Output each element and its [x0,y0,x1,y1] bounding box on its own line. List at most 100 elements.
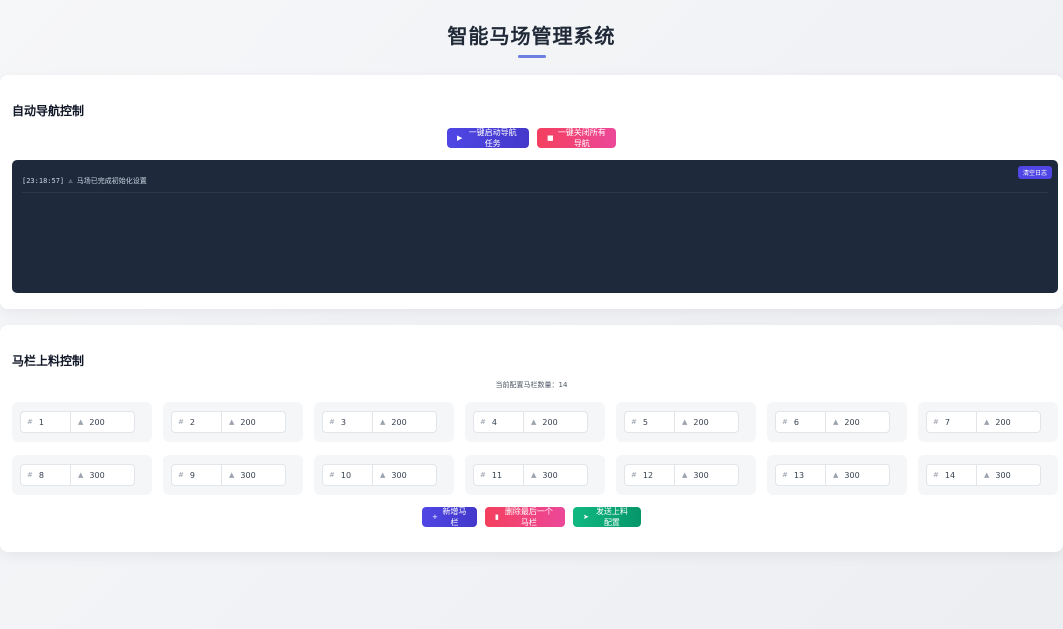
hash-icon: # [178,471,184,479]
app-root: 智能马场管理系统 自动导航控制 ▶ 一键启动导航任务 ■ 一键关闭所有导航 [2… [0,0,1063,629]
stall-grid: #1 ▲ 200 #2 ▲ 200 #3 ▲ 200 #4 ▲ 200 #5 ▲ 200 #6 ▲ 200 #7 ▲ 2… [12,402,1058,495]
add-stall-button[interactable]: + 新增马栏 [422,507,477,527]
hash-icon: # [631,418,637,426]
stall-amount-input[interactable]: ▲ 200 [70,411,135,433]
stall-id-value: 11 [491,470,503,480]
stall-amount-value: 200 [391,417,407,427]
stall-amount-input[interactable]: ▲ 300 [674,464,739,486]
send-feed-config-button[interactable]: ➤ 发送上料配置 [573,507,641,527]
delete-last-stall-button[interactable]: ▮ 删除最后一个马栏 [485,507,565,527]
stall-amount-input[interactable]: ▲ 200 [221,411,286,433]
feed-icon: ▲ [229,471,235,479]
stall-card: #9 ▲ 300 [163,455,303,495]
hash-icon: # [480,418,486,426]
stall-id-input[interactable]: #11 [473,464,523,486]
stall-amount-value: 200 [542,417,558,427]
hash-icon: # [480,471,486,479]
stall-amount-value: 300 [844,470,860,480]
stall-card: #7 ▲ 200 [918,402,1058,442]
stop-icon: ■ [547,134,554,142]
stall-id-input[interactable]: #9 [171,464,221,486]
stall-amount-input[interactable]: ▲ 300 [825,464,890,486]
stall-id-value: 12 [642,470,654,480]
hash-icon: # [631,471,637,479]
hash-icon: # [782,418,788,426]
stall-amount-value: 200 [693,417,709,427]
stall-card: #14 ▲ 300 [918,455,1058,495]
stall-card: #8 ▲ 300 [12,455,152,495]
stall-amount-input[interactable]: ▲ 300 [523,464,588,486]
stall-amount-value: 300 [995,470,1011,480]
feeding-card: 马栏上料控制 当前配置马栏数量：14 #1 ▲ 200 #2 ▲ 200 #3 ▲ 200 #4 ▲… [0,325,1063,552]
stall-id-input[interactable]: #12 [624,464,674,486]
stall-card: #6 ▲ 200 [767,402,907,442]
add-stall-label: 新增马栏 [442,507,467,527]
feed-icon: ▲ [833,471,839,479]
clear-log-button[interactable]: 清空日志 [1017,166,1052,179]
stall-id-input[interactable]: #4 [473,411,523,433]
stall-id-value: 1 [38,417,44,427]
log-console: [23:18:57] ⚠ 马场已完成初始化设置 清空日志 [12,160,1058,293]
stall-amount-input[interactable]: ▲ 300 [372,464,437,486]
page-title: 智能马场管理系统 [447,24,616,48]
stall-id-input[interactable]: #5 [624,411,674,433]
stall-id-input[interactable]: #6 [775,411,825,433]
stall-amount-input[interactable]: ▲ 200 [976,411,1041,433]
feed-icon: ▲ [984,471,990,479]
stall-amount-value: 200 [240,417,256,427]
stall-amount-value: 300 [89,470,105,480]
stall-amount-input[interactable]: ▲ 200 [372,411,437,433]
stall-card: #5 ▲ 200 [616,402,756,442]
stall-card: #2 ▲ 200 [163,402,303,442]
stall-id-value: 3 [340,417,346,427]
stall-id-input[interactable]: #7 [926,411,976,433]
stall-id-input[interactable]: #1 [20,411,70,433]
feed-icon: ▲ [531,471,537,479]
start-navigation-button[interactable]: ▶ 一键启动导航任务 [447,128,529,148]
hash-icon: # [329,471,335,479]
hash-icon: # [27,418,33,426]
feed-icon: ▲ [78,471,84,479]
stall-id-value: 14 [944,470,956,480]
navigation-card: 自动导航控制 ▶ 一键启动导航任务 ■ 一键关闭所有导航 [23:18:57] … [0,75,1063,309]
trash-icon: ▮ [495,513,499,521]
stall-amount-input[interactable]: ▲ 200 [674,411,739,433]
navigation-buttons: ▶ 一键启动导航任务 ■ 一键关闭所有导航 [0,128,1063,148]
stall-amount-input[interactable]: ▲ 200 [523,411,588,433]
feed-icon: ▲ [380,471,386,479]
stall-card: #13 ▲ 300 [767,455,907,495]
stall-amount-value: 300 [542,470,558,480]
stall-id-input[interactable]: #10 [322,464,372,486]
hash-icon: # [933,471,939,479]
stall-id-input[interactable]: #14 [926,464,976,486]
stall-amount-input[interactable]: ▲ 300 [221,464,286,486]
stall-card: #1 ▲ 200 [12,402,152,442]
stall-id-value: 9 [189,470,195,480]
stall-amount-input[interactable]: ▲ 200 [825,411,890,433]
feed-icon: ▲ [833,418,839,426]
start-navigation-label: 一键启动导航任务 [468,128,517,148]
title-underline [517,55,546,58]
stall-id-input[interactable]: #13 [775,464,825,486]
stall-card: #10 ▲ 300 [314,455,454,495]
send-icon: ➤ [583,513,589,521]
stall-id-input[interactable]: #8 [20,464,70,486]
stall-amount-input[interactable]: ▲ 300 [976,464,1041,486]
stall-card: #12 ▲ 300 [616,455,756,495]
stall-id-value: 13 [793,470,805,480]
delete-last-stall-label: 删除最后一个马栏 [504,507,553,527]
stall-id-input[interactable]: #2 [171,411,221,433]
stall-id-value: 7 [944,417,950,427]
feed-icon: ▲ [531,418,537,426]
hash-icon: # [933,418,939,426]
feed-icon: ▲ [984,418,990,426]
feeding-buttons: + 新增马栏 ▮ 删除最后一个马栏 ➤ 发送上料配置 [0,507,1063,527]
stall-id-input[interactable]: #3 [322,411,372,433]
stall-amount-value: 300 [240,470,256,480]
stall-amount-value: 300 [693,470,709,480]
stop-navigation-button[interactable]: ■ 一键关闭所有导航 [537,128,616,148]
stall-amount-input[interactable]: ▲ 300 [70,464,135,486]
plus-icon: + [432,513,438,521]
send-feed-config-label: 发送上料配置 [595,507,628,527]
header: 智能马场管理系统 [0,20,1063,58]
